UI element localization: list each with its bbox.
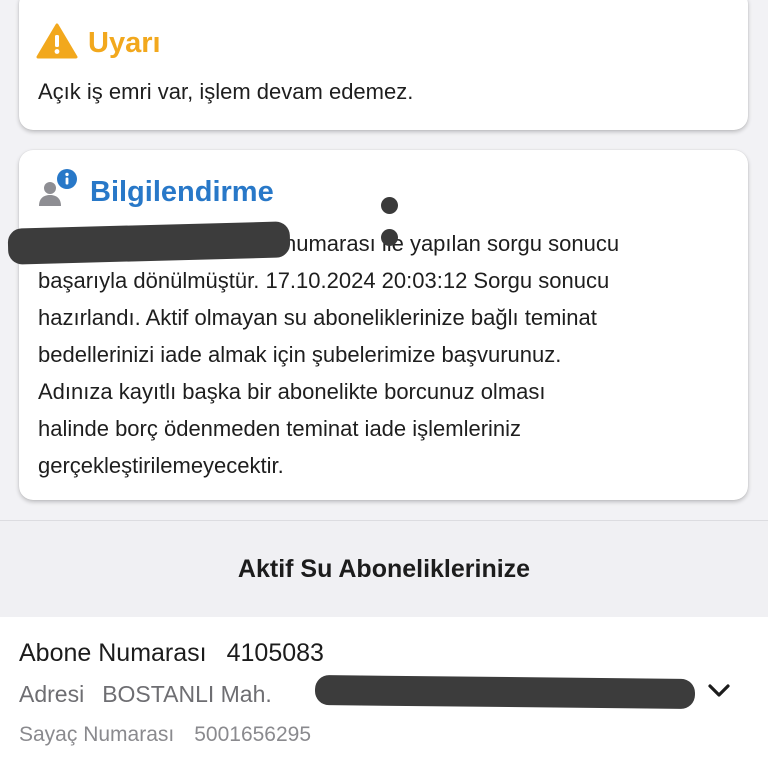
warning-title: Uyarı (88, 27, 161, 59)
warning-message: Açık iş emri var, işlem devam edemez. (38, 79, 414, 104)
warning-triangle-icon (36, 23, 78, 64)
info-line-2: başarıyla dönülmüştür. 17.10.2024 20:03:… (38, 268, 610, 293)
warning-header: Uyarı (36, 23, 161, 64)
info-line-1-text: numarası ile yapılan sorgu sonucu (284, 231, 620, 256)
info-line-7: gerçekleştirilemeyecektir. (38, 453, 284, 478)
warning-card: Uyarı Açık iş emri var, işlem devam edem… (19, 0, 748, 130)
redaction-mark (7, 221, 291, 265)
address-value: BOSTANLI Mah. (102, 681, 272, 707)
subscriber-number-label: Abone Numarası (19, 639, 207, 667)
info-line-4: bedellerinizi iade almak için şubelerimi… (38, 342, 562, 367)
info-line-3: hazırlandı. Aktif olmayan su abonelikler… (38, 305, 597, 330)
section-header: Aktif Su Aboneliklerinize (0, 520, 768, 618)
meter-number-row: Sayaç Numarası 5001656295 (19, 723, 311, 747)
info-header: Bilgilendirme (36, 168, 274, 217)
address-row: Adresi BOSTANLI Mah. (19, 681, 272, 708)
marker-dot (381, 197, 398, 214)
info-message: numarası ile yapılan sorgu sonucu başarı… (38, 225, 738, 484)
info-line-6: halinde borç ödenmeden teminat iade işle… (38, 416, 522, 441)
subscriber-number-row: Abone Numarası 4105083 (19, 639, 324, 668)
user-info-icon (36, 168, 80, 217)
info-title: Bilgilendirme (90, 176, 274, 208)
meter-number-value: 5001656295 (194, 723, 312, 746)
info-line-5: Adınıza kayıtlı başka bir abonelikte bor… (38, 379, 546, 404)
meter-number-label: Sayaç Numarası (19, 723, 175, 746)
chevron-down-icon[interactable] (706, 677, 732, 703)
subscriber-number-value: 4105083 (226, 639, 324, 667)
page: Uyarı Açık iş emri var, işlem devam edem… (0, 0, 768, 768)
address-label: Adresi (19, 681, 85, 707)
marker-dot (381, 229, 398, 246)
redaction-mark (314, 675, 696, 709)
section-title: Aktif Su Aboneliklerinize (237, 555, 531, 583)
